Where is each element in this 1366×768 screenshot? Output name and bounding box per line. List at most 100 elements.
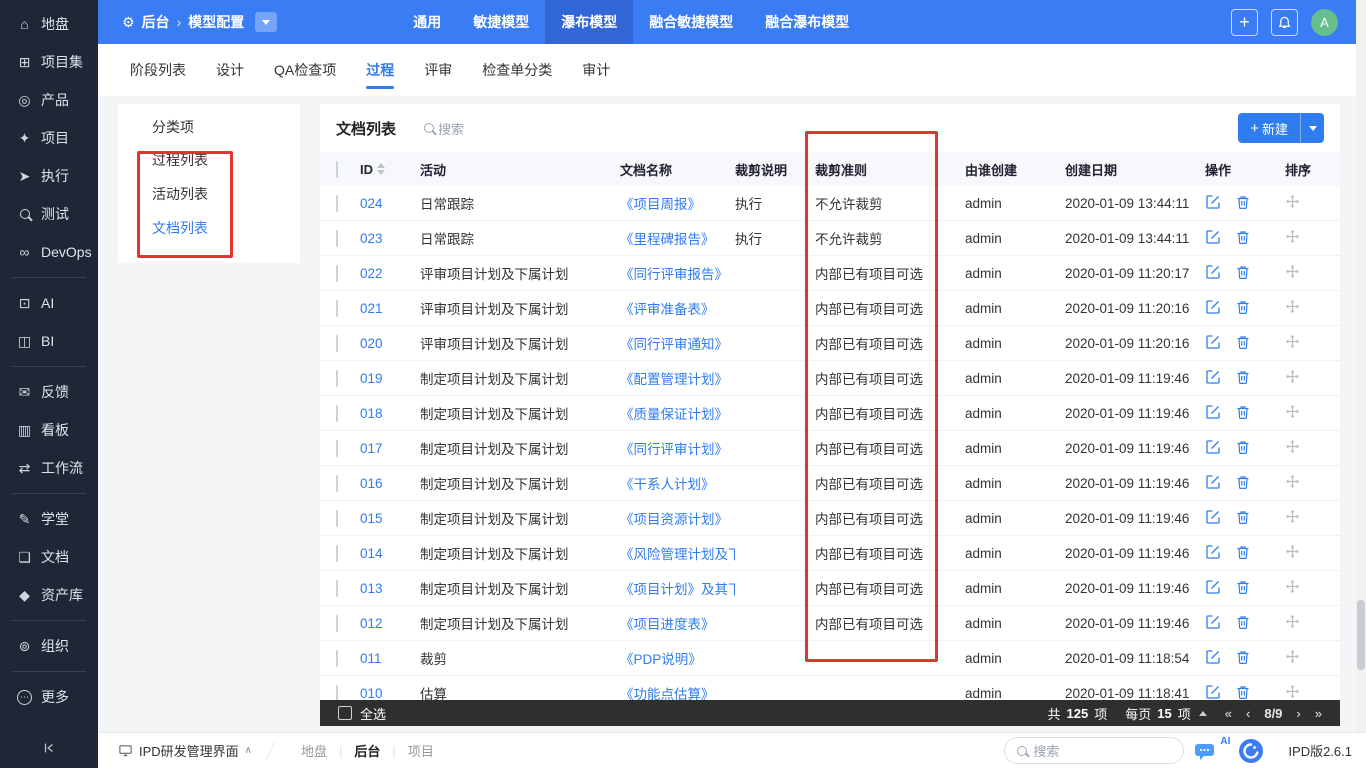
row-id-link[interactable]: 018 <box>360 406 420 421</box>
sidebar-item-feedback[interactable]: ✉反馈 <box>0 373 98 411</box>
scrollbar-thumb[interactable] <box>1357 600 1365 670</box>
row-checkbox[interactable] <box>336 440 338 457</box>
edit-button[interactable] <box>1205 509 1221 525</box>
sidebar-item-project-set[interactable]: ⊞项目集 <box>0 43 98 81</box>
select-all-checkbox[interactable] <box>336 161 338 178</box>
edit-button[interactable] <box>1205 439 1221 455</box>
add-button[interactable]: + <box>1231 9 1258 36</box>
sidebar-item-devops[interactable]: ∞DevOps <box>0 233 98 271</box>
subnav-tab-0[interactable]: 阶段列表 <box>130 44 186 96</box>
footer-nav-dipan[interactable]: 地盘 <box>289 741 339 760</box>
subnav-tab-5[interactable]: 检查单分类 <box>482 44 552 96</box>
sort-icon[interactable] <box>377 163 385 175</box>
per-page-caret-icon[interactable] <box>1199 711 1207 716</box>
edit-button[interactable] <box>1205 579 1221 595</box>
topbar-tab-0[interactable]: 通用 <box>397 0 457 44</box>
topbar-tab-2[interactable]: 瀑布模型 <box>545 0 633 44</box>
row-id-link[interactable]: 012 <box>360 616 420 631</box>
sidebar-item-project[interactable]: ✦项目 <box>0 119 98 157</box>
sidebar-item-assets[interactable]: ◆资产库 <box>0 576 98 614</box>
first-page-button[interactable]: « <box>1221 706 1236 721</box>
row-doc-link[interactable]: 《项目计划》及其下 <box>620 578 735 598</box>
row-checkbox[interactable] <box>336 370 338 387</box>
delete-button[interactable] <box>1235 614 1251 630</box>
delete-button[interactable] <box>1235 299 1251 315</box>
breadcrumb-current[interactable]: 模型配置 <box>188 12 244 32</box>
subnav-tab-3[interactable]: 过程 <box>366 44 394 96</box>
category-item[interactable]: 过程列表 <box>118 143 300 177</box>
footer-nav-houtai[interactable]: 后台 <box>342 741 392 760</box>
notification-button[interactable] <box>1271 9 1298 36</box>
edit-button[interactable] <box>1205 404 1221 420</box>
edit-button[interactable] <box>1205 474 1221 490</box>
row-id-link[interactable]: 020 <box>360 336 420 351</box>
per-page-count[interactable]: 15 <box>1157 706 1171 721</box>
row-doc-link[interactable]: 《同行评审计划》 <box>620 438 735 458</box>
delete-button[interactable] <box>1235 229 1251 245</box>
sidebar-item-workflow[interactable]: ⇄工作流 <box>0 449 98 487</box>
subnav-tab-4[interactable]: 评审 <box>424 44 452 96</box>
row-id-link[interactable]: 015 <box>360 511 420 526</box>
row-id-link[interactable]: 022 <box>360 266 420 281</box>
drag-sort-handle[interactable] <box>1285 369 1300 384</box>
subnav-tab-2[interactable]: QA检查项 <box>274 44 336 96</box>
row-checkbox[interactable] <box>336 265 338 282</box>
drag-sort-handle[interactable] <box>1285 649 1300 664</box>
delete-button[interactable] <box>1235 474 1251 490</box>
edit-button[interactable] <box>1205 264 1221 280</box>
row-id-link[interactable]: 024 <box>360 196 420 211</box>
topbar-tab-3[interactable]: 融合敏捷模型 <box>633 0 749 44</box>
edit-button[interactable] <box>1205 614 1221 630</box>
new-button[interactable]: +新建 <box>1238 113 1324 143</box>
edit-button[interactable] <box>1205 684 1221 700</box>
row-id-link[interactable]: 021 <box>360 301 420 316</box>
new-button-main[interactable]: +新建 <box>1238 113 1300 143</box>
row-id-link[interactable]: 013 <box>360 581 420 596</box>
row-checkbox[interactable] <box>336 475 338 492</box>
delete-button[interactable] <box>1235 439 1251 455</box>
sidebar-item-ai[interactable]: ⊡AI <box>0 284 98 322</box>
drag-sort-handle[interactable] <box>1285 439 1300 454</box>
delete-button[interactable] <box>1235 404 1251 420</box>
subnav-tab-6[interactable]: 审计 <box>582 44 610 96</box>
row-checkbox[interactable] <box>336 510 338 527</box>
avatar[interactable]: A <box>1311 9 1338 36</box>
sidebar-collapse-button[interactable] <box>0 736 98 760</box>
row-doc-link[interactable]: 《PDP说明》 <box>620 648 735 668</box>
footer-app-title[interactable]: IPD研发管理界面 <box>139 741 239 760</box>
edit-button[interactable] <box>1205 299 1221 315</box>
row-checkbox[interactable] <box>336 650 338 667</box>
row-checkbox[interactable] <box>336 685 338 702</box>
delete-button[interactable] <box>1235 649 1251 665</box>
row-doc-link[interactable]: 《评审准备表》 <box>620 298 735 318</box>
drag-sort-handle[interactable] <box>1285 474 1300 489</box>
sidebar-item-home[interactable]: ⌂地盘 <box>0 5 98 43</box>
row-doc-link[interactable]: 《质量保证计划》 <box>620 403 735 423</box>
footer-app-switcher[interactable]: IPD研发管理界面 ∧ <box>118 741 252 760</box>
row-doc-link[interactable]: 《同行评审报告》 <box>620 263 735 283</box>
breadcrumb[interactable]: ⚙ 后台 › 模型配置 <box>98 12 277 32</box>
delete-button[interactable] <box>1235 194 1251 210</box>
drag-sort-handle[interactable] <box>1285 194 1300 209</box>
prev-page-button[interactable]: ‹ <box>1242 706 1254 721</box>
edit-button[interactable] <box>1205 194 1221 210</box>
row-doc-link[interactable]: 《同行评审通知》 <box>620 333 735 353</box>
row-checkbox[interactable] <box>336 580 338 597</box>
edit-button[interactable] <box>1205 649 1221 665</box>
row-checkbox[interactable] <box>336 335 338 352</box>
footer-nav-xiangmu[interactable]: 项目 <box>396 741 446 760</box>
edit-button[interactable] <box>1205 229 1221 245</box>
row-id-link[interactable]: 010 <box>360 686 420 701</box>
row-id-link[interactable]: 017 <box>360 441 420 456</box>
delete-button[interactable] <box>1235 509 1251 525</box>
edit-button[interactable] <box>1205 369 1221 385</box>
delete-button[interactable] <box>1235 579 1251 595</box>
drag-sort-handle[interactable] <box>1285 299 1300 314</box>
sidebar-item-org[interactable]: ⊚组织 <box>0 627 98 665</box>
sidebar-item-bi[interactable]: ◫BI <box>0 322 98 360</box>
table-search-label[interactable]: 搜索 <box>438 119 464 138</box>
drag-sort-handle[interactable] <box>1285 404 1300 419</box>
footer-search-input[interactable]: 搜索 <box>1004 737 1184 764</box>
last-page-button[interactable]: » <box>1311 706 1326 721</box>
topbar-tab-1[interactable]: 敏捷模型 <box>457 0 545 44</box>
